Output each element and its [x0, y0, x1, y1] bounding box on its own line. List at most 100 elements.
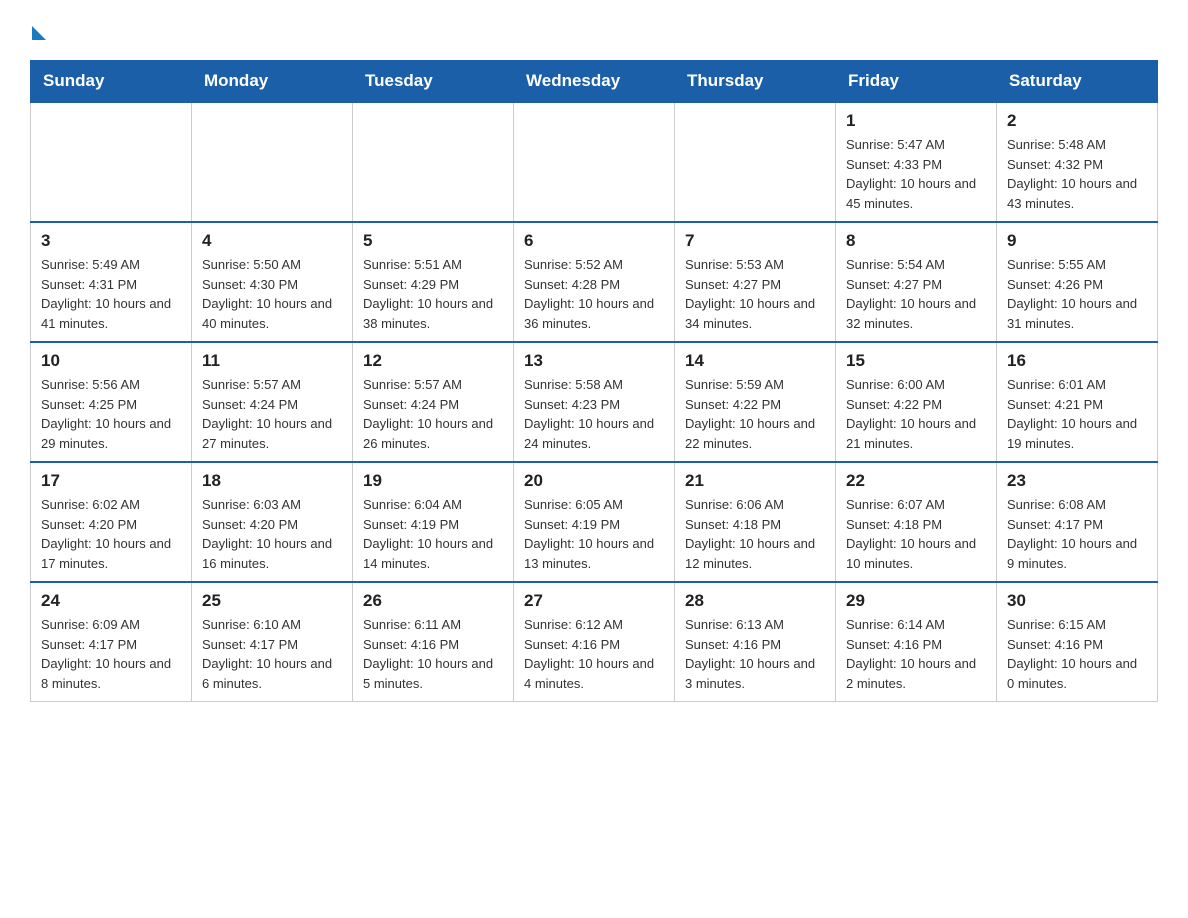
calendar-cell: 2 Sunrise: 5:48 AM Sunset: 4:32 PM Daylig… [997, 102, 1158, 222]
day-number: 8 [846, 231, 986, 251]
day-number: 9 [1007, 231, 1147, 251]
day-number: 5 [363, 231, 503, 251]
calendar-cell: 15 Sunrise: 6:00 AM Sunset: 4:22 PM Dayli… [836, 342, 997, 462]
calendar-cell: 5 Sunrise: 5:51 AM Sunset: 4:29 PM Daylig… [353, 222, 514, 342]
day-number: 26 [363, 591, 503, 611]
col-header-monday: Monday [192, 61, 353, 103]
day-number: 28 [685, 591, 825, 611]
calendar-cell [353, 102, 514, 222]
calendar-cell: 11 Sunrise: 5:57 AM Sunset: 4:24 PM Dayli… [192, 342, 353, 462]
calendar-cell: 10 Sunrise: 5:56 AM Sunset: 4:25 PM Dayli… [31, 342, 192, 462]
calendar-cell [192, 102, 353, 222]
day-info: Sunrise: 6:02 AM Sunset: 4:20 PM Dayligh… [41, 495, 181, 573]
calendar-cell: 12 Sunrise: 5:57 AM Sunset: 4:24 PM Dayli… [353, 342, 514, 462]
day-number: 14 [685, 351, 825, 371]
day-number: 6 [524, 231, 664, 251]
calendar-cell: 27 Sunrise: 6:12 AM Sunset: 4:16 PM Dayli… [514, 582, 675, 702]
day-info: Sunrise: 5:52 AM Sunset: 4:28 PM Dayligh… [524, 255, 664, 333]
calendar-cell: 30 Sunrise: 6:15 AM Sunset: 4:16 PM Dayli… [997, 582, 1158, 702]
day-info: Sunrise: 5:58 AM Sunset: 4:23 PM Dayligh… [524, 375, 664, 453]
day-info: Sunrise: 5:48 AM Sunset: 4:32 PM Dayligh… [1007, 135, 1147, 213]
calendar-cell: 22Sunrise: 6:07 AM Sunset: 4:18 PM Dayli… [836, 462, 997, 582]
calendar-cell: 8 Sunrise: 5:54 AM Sunset: 4:27 PM Daylig… [836, 222, 997, 342]
day-number: 27 [524, 591, 664, 611]
day-info: Sunrise: 5:47 AM Sunset: 4:33 PM Dayligh… [846, 135, 986, 213]
calendar-cell: 24Sunrise: 6:09 AM Sunset: 4:17 PM Dayli… [31, 582, 192, 702]
header [30, 20, 1158, 40]
logo-triangle-icon [32, 26, 46, 40]
day-number: 25 [202, 591, 342, 611]
day-info: Sunrise: 5:57 AM Sunset: 4:24 PM Dayligh… [363, 375, 503, 453]
calendar-cell: 19 Sunrise: 6:04 AM Sunset: 4:19 PM Dayli… [353, 462, 514, 582]
day-info: Sunrise: 5:51 AM Sunset: 4:29 PM Dayligh… [363, 255, 503, 333]
col-header-wednesday: Wednesday [514, 61, 675, 103]
day-info: Sunrise: 5:50 AM Sunset: 4:30 PM Dayligh… [202, 255, 342, 333]
day-info: Sunrise: 6:08 AM Sunset: 4:17 PM Dayligh… [1007, 495, 1147, 573]
day-number: 18 [202, 471, 342, 491]
day-number: 21 [685, 471, 825, 491]
col-header-thursday: Thursday [675, 61, 836, 103]
calendar-cell: 29Sunrise: 6:14 AM Sunset: 4:16 PM Dayli… [836, 582, 997, 702]
col-header-saturday: Saturday [997, 61, 1158, 103]
calendar-cell: 6 Sunrise: 5:52 AM Sunset: 4:28 PM Daylig… [514, 222, 675, 342]
day-number: 13 [524, 351, 664, 371]
calendar-cell: 28 Sunrise: 6:13 AM Sunset: 4:16 PM Dayli… [675, 582, 836, 702]
calendar-cell: 9 Sunrise: 5:55 AM Sunset: 4:26 PM Daylig… [997, 222, 1158, 342]
calendar-cell: 17 Sunrise: 6:02 AM Sunset: 4:20 PM Dayli… [31, 462, 192, 582]
logo [30, 20, 46, 40]
day-number: 23 [1007, 471, 1147, 491]
calendar-cell: 20Sunrise: 6:05 AM Sunset: 4:19 PM Dayli… [514, 462, 675, 582]
day-number: 3 [41, 231, 181, 251]
day-info: Sunrise: 6:15 AM Sunset: 4:16 PM Dayligh… [1007, 615, 1147, 693]
col-header-friday: Friday [836, 61, 997, 103]
calendar-cell: 16 Sunrise: 6:01 AM Sunset: 4:21 PM Dayli… [997, 342, 1158, 462]
calendar-table: SundayMondayTuesdayWednesdayThursdayFrid… [30, 60, 1158, 702]
day-number: 19 [363, 471, 503, 491]
day-info: Sunrise: 6:11 AM Sunset: 4:16 PM Dayligh… [363, 615, 503, 693]
day-number: 16 [1007, 351, 1147, 371]
day-info: Sunrise: 5:49 AM Sunset: 4:31 PM Dayligh… [41, 255, 181, 333]
day-info: Sunrise: 5:59 AM Sunset: 4:22 PM Dayligh… [685, 375, 825, 453]
day-info: Sunrise: 6:03 AM Sunset: 4:20 PM Dayligh… [202, 495, 342, 573]
day-number: 29 [846, 591, 986, 611]
calendar-cell: 26 Sunrise: 6:11 AM Sunset: 4:16 PM Dayli… [353, 582, 514, 702]
calendar-cell: 7 Sunrise: 5:53 AM Sunset: 4:27 PM Daylig… [675, 222, 836, 342]
day-info: Sunrise: 6:13 AM Sunset: 4:16 PM Dayligh… [685, 615, 825, 693]
day-info: Sunrise: 5:57 AM Sunset: 4:24 PM Dayligh… [202, 375, 342, 453]
calendar-cell: 23 Sunrise: 6:08 AM Sunset: 4:17 PM Dayli… [997, 462, 1158, 582]
col-header-tuesday: Tuesday [353, 61, 514, 103]
calendar-cell: 21 Sunrise: 6:06 AM Sunset: 4:18 PM Dayli… [675, 462, 836, 582]
day-number: 30 [1007, 591, 1147, 611]
day-info: Sunrise: 6:01 AM Sunset: 4:21 PM Dayligh… [1007, 375, 1147, 453]
calendar-cell: 18 Sunrise: 6:03 AM Sunset: 4:20 PM Dayli… [192, 462, 353, 582]
calendar-cell [675, 102, 836, 222]
day-number: 20 [524, 471, 664, 491]
day-info: Sunrise: 5:54 AM Sunset: 4:27 PM Dayligh… [846, 255, 986, 333]
day-info: Sunrise: 5:55 AM Sunset: 4:26 PM Dayligh… [1007, 255, 1147, 333]
calendar-cell: 25 Sunrise: 6:10 AM Sunset: 4:17 PM Dayli… [192, 582, 353, 702]
day-info: Sunrise: 6:06 AM Sunset: 4:18 PM Dayligh… [685, 495, 825, 573]
calendar-cell [514, 102, 675, 222]
day-number: 11 [202, 351, 342, 371]
calendar-cell: 1 Sunrise: 5:47 AM Sunset: 4:33 PM Daylig… [836, 102, 997, 222]
day-number: 4 [202, 231, 342, 251]
calendar-cell [31, 102, 192, 222]
calendar-cell: 13 Sunrise: 5:58 AM Sunset: 4:23 PM Dayli… [514, 342, 675, 462]
day-number: 24 [41, 591, 181, 611]
day-number: 10 [41, 351, 181, 371]
day-number: 17 [41, 471, 181, 491]
day-number: 1 [846, 111, 986, 131]
day-number: 12 [363, 351, 503, 371]
calendar-cell: 4 Sunrise: 5:50 AM Sunset: 4:30 PM Daylig… [192, 222, 353, 342]
day-info: Sunrise: 6:00 AM Sunset: 4:22 PM Dayligh… [846, 375, 986, 453]
calendar-cell: 3 Sunrise: 5:49 AM Sunset: 4:31 PM Daylig… [31, 222, 192, 342]
day-number: 15 [846, 351, 986, 371]
day-info: Sunrise: 6:04 AM Sunset: 4:19 PM Dayligh… [363, 495, 503, 573]
day-info: Sunrise: 5:56 AM Sunset: 4:25 PM Dayligh… [41, 375, 181, 453]
day-info: Sunrise: 6:12 AM Sunset: 4:16 PM Dayligh… [524, 615, 664, 693]
day-info: Sunrise: 6:10 AM Sunset: 4:17 PM Dayligh… [202, 615, 342, 693]
day-number: 2 [1007, 111, 1147, 131]
day-info: Sunrise: 6:07 AM Sunset: 4:18 PM Dayligh… [846, 495, 986, 573]
day-number: 7 [685, 231, 825, 251]
day-info: Sunrise: 5:53 AM Sunset: 4:27 PM Dayligh… [685, 255, 825, 333]
